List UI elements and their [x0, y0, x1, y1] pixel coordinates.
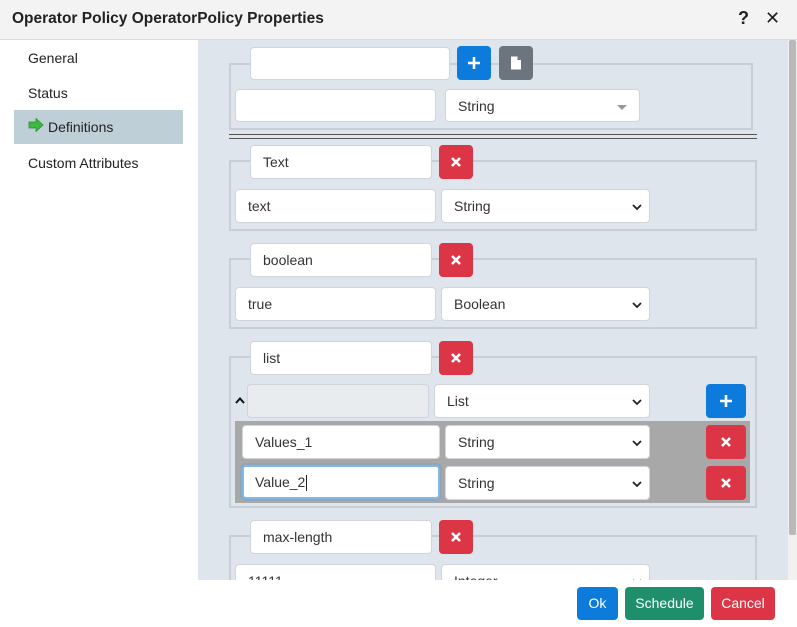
ok-button[interactable]: Ok: [577, 587, 618, 620]
sidebar-item-definitions[interactable]: Definitions: [14, 110, 183, 144]
select-value: List: [447, 393, 469, 409]
select-value: Boolean: [454, 296, 506, 312]
help-icon[interactable]: ?: [738, 8, 749, 29]
list-item-value-input[interactable]: Values_1: [242, 425, 440, 459]
chevron-down-icon: [632, 481, 642, 488]
new-definition-name-input[interactable]: [250, 47, 450, 80]
definition-name-input[interactable]: max-length: [250, 520, 432, 554]
list-item-value-text: Value_2: [255, 474, 306, 490]
sidebar-item-label: Definitions: [48, 119, 114, 135]
select-value: String: [458, 434, 495, 450]
x-icon: [451, 255, 461, 265]
text-cursor: [306, 475, 308, 492]
definition-value-input[interactable]: true: [235, 287, 436, 321]
definition-type-select[interactable]: Boolean: [441, 287, 650, 321]
definition-name-input[interactable]: boolean: [250, 243, 432, 277]
delete-list-item-button[interactable]: [706, 425, 746, 459]
divider: [229, 138, 757, 139]
collapse-chevron-up-icon[interactable]: [234, 395, 246, 407]
definition-value-input-disabled: [247, 384, 429, 418]
select-value: String: [454, 198, 491, 214]
schedule-button[interactable]: Schedule: [625, 587, 704, 620]
close-icon[interactable]: ✕: [765, 8, 780, 29]
delete-definition-button[interactable]: [439, 145, 473, 179]
sidebar-item-status[interactable]: Status: [14, 76, 183, 110]
definition-value-input[interactable]: text: [235, 189, 436, 223]
delete-definition-button[interactable]: [439, 341, 473, 375]
new-definition-value-input[interactable]: [235, 89, 436, 122]
chevron-down-icon: [632, 204, 642, 211]
definition-name-input[interactable]: list: [250, 341, 432, 375]
definition-type-select[interactable]: String: [441, 189, 650, 223]
dialog-title: Operator Policy OperatorPolicy Propertie…: [12, 10, 324, 27]
chevron-down-icon: [632, 302, 642, 309]
definition-type-select[interactable]: List: [434, 384, 650, 418]
green-arrow-right-icon: [28, 110, 44, 144]
list-item-type-select[interactable]: String: [445, 425, 650, 459]
new-definition-type-select[interactable]: String: [445, 89, 640, 122]
select-value: String: [458, 98, 495, 114]
dropdown-triangle-icon: [617, 105, 627, 110]
list-item-type-select[interactable]: String: [445, 466, 650, 500]
delete-definition-button[interactable]: [439, 243, 473, 277]
x-icon: [451, 157, 461, 167]
sidebar-item-label: Custom Attributes: [28, 155, 139, 171]
x-icon: [721, 437, 731, 447]
list-item-value-input[interactable]: Value_2: [242, 465, 440, 499]
dialog-title-bar: Operator Policy OperatorPolicy Propertie…: [0, 0, 797, 40]
select-value: String: [458, 475, 495, 491]
scrollbar-thumb[interactable]: [789, 40, 796, 535]
vertical-scrollbar[interactable]: [788, 40, 797, 580]
divider: [229, 134, 757, 135]
x-icon: [451, 353, 461, 363]
new-file-button[interactable]: [499, 46, 533, 80]
plus-icon: [720, 395, 732, 407]
sidebar-item-label: Status: [28, 85, 68, 101]
chevron-down-icon: [632, 399, 642, 406]
add-definition-button[interactable]: [457, 46, 491, 80]
chevron-down-icon: [632, 440, 642, 447]
x-icon: [721, 478, 731, 488]
add-list-item-button[interactable]: [706, 384, 746, 418]
delete-list-item-button[interactable]: [706, 466, 746, 500]
sidebar-item-label: General: [28, 50, 78, 66]
sidebar-item-general[interactable]: General: [14, 41, 183, 75]
sidebar: General Status Definitions Custom Attrib…: [0, 40, 198, 580]
definition-name-input[interactable]: Text: [250, 145, 432, 179]
sidebar-item-custom-attributes[interactable]: Custom Attributes: [14, 146, 183, 180]
file-icon: [511, 56, 521, 70]
cancel-button[interactable]: Cancel: [711, 587, 775, 620]
plus-icon: [468, 57, 480, 69]
x-icon: [451, 532, 461, 542]
delete-definition-button[interactable]: [439, 520, 473, 554]
